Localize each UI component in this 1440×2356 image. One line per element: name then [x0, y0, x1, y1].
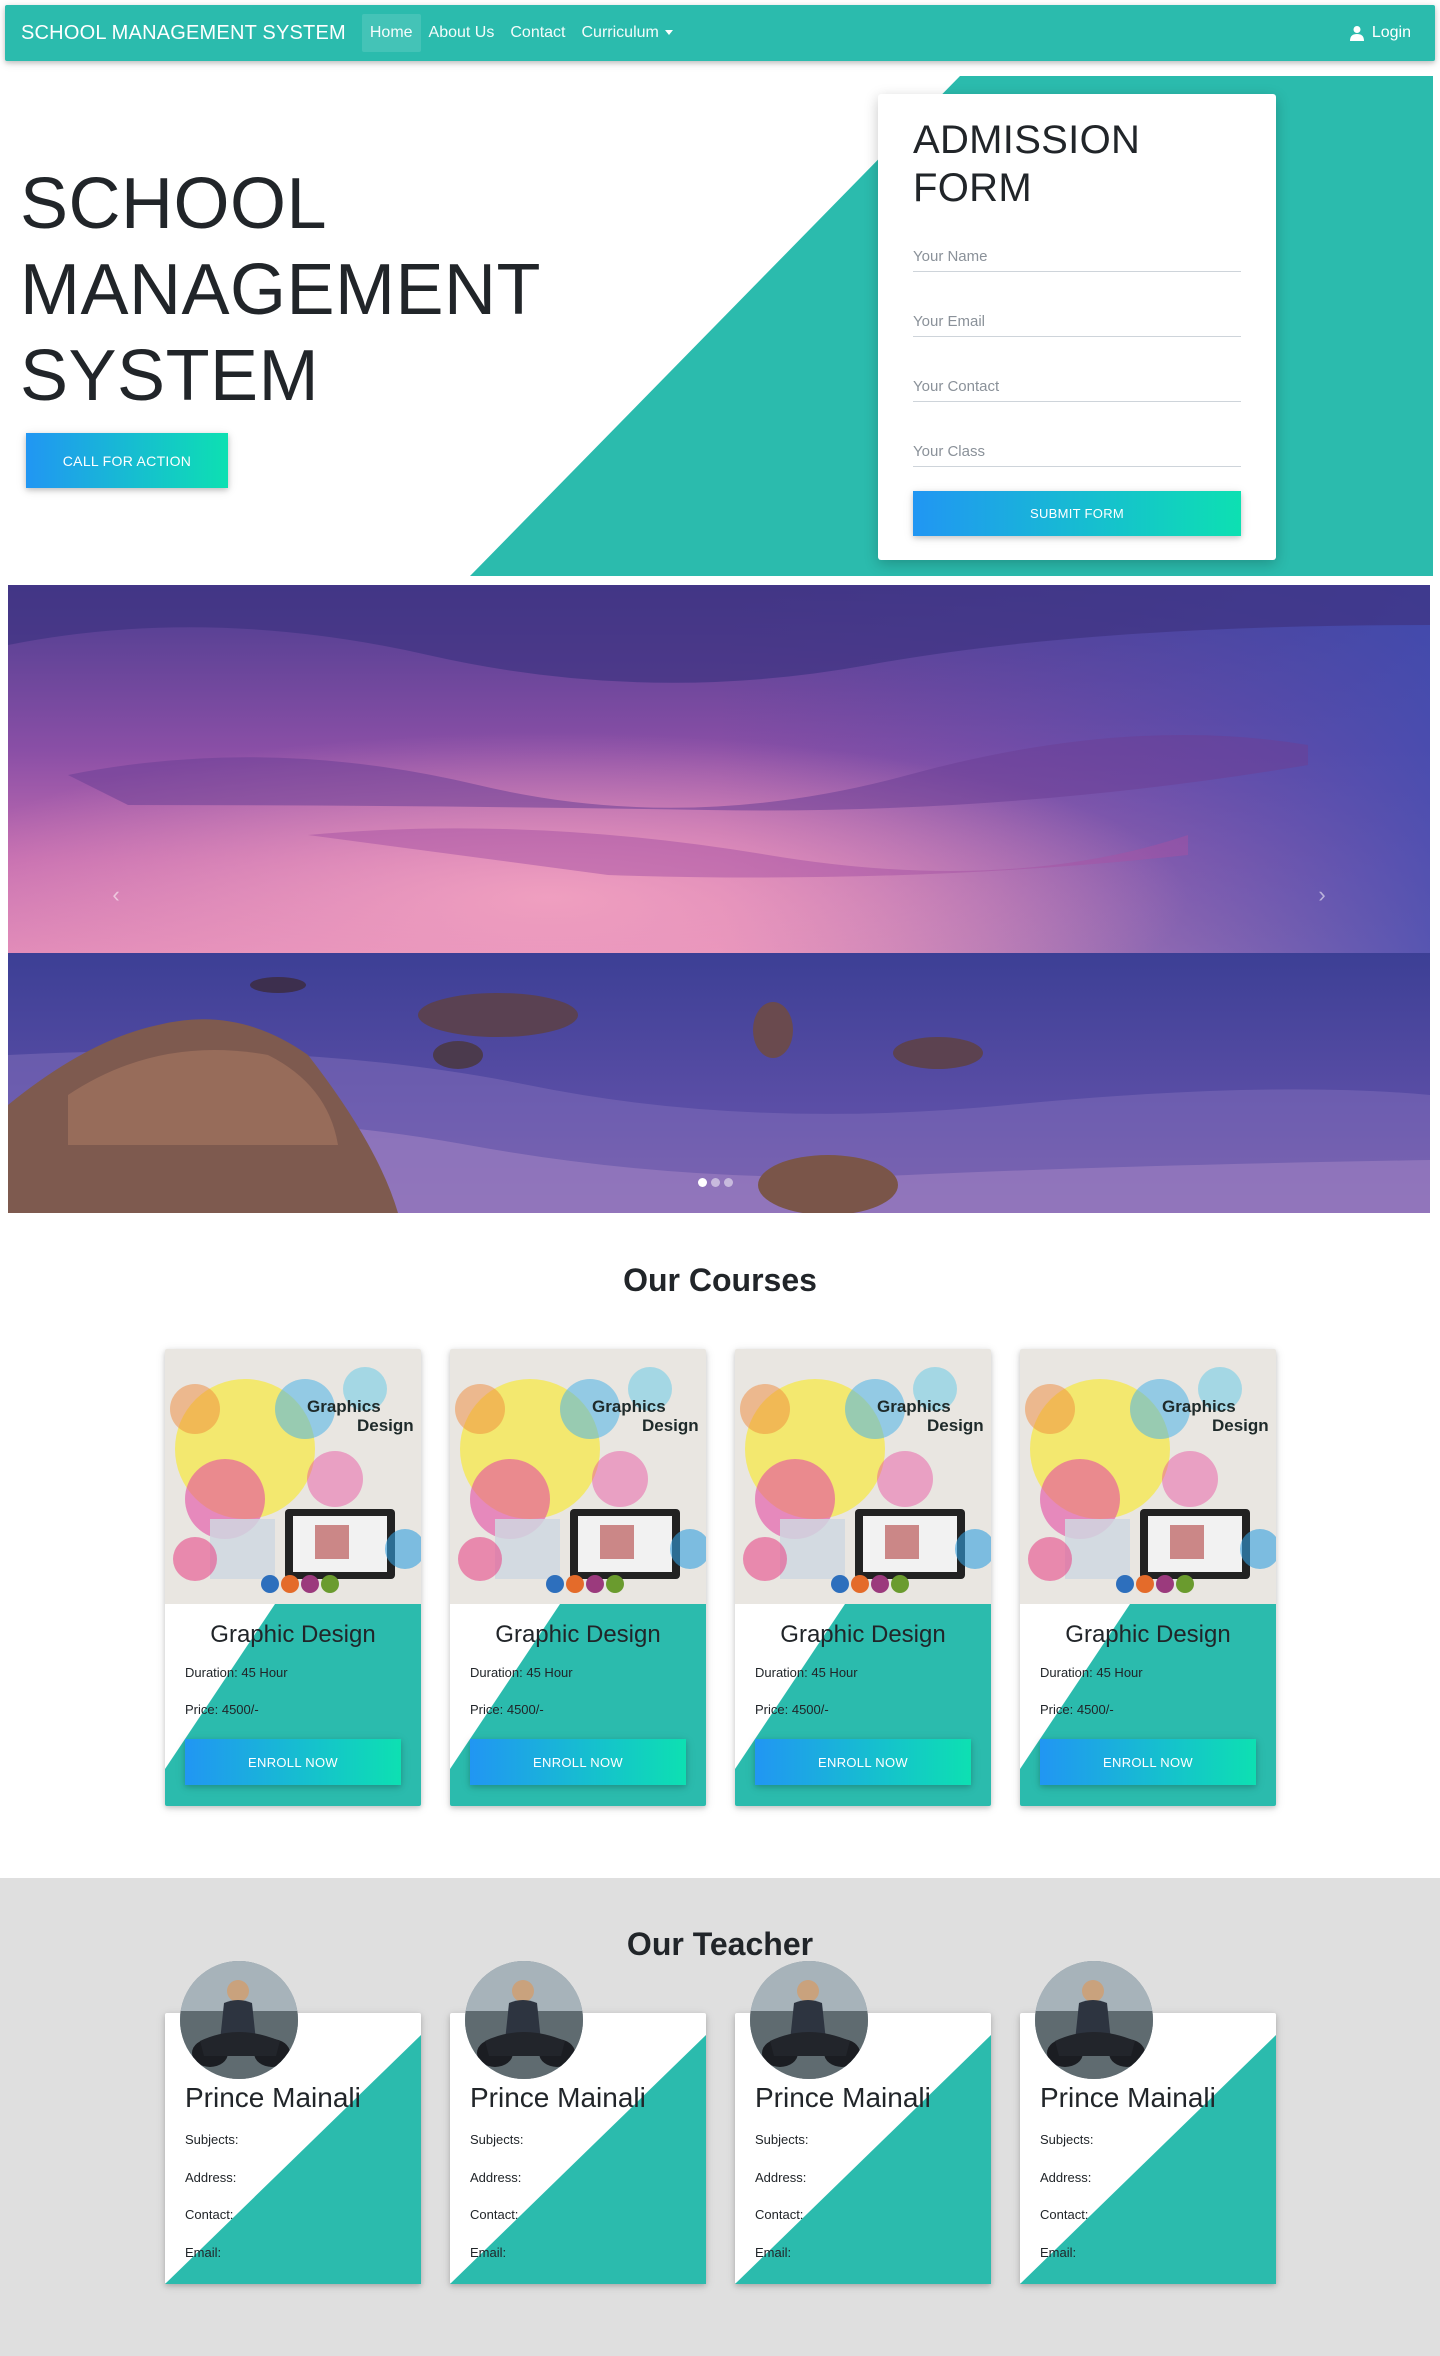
login-link[interactable]: Login — [1349, 5, 1411, 61]
hero-title-line: SCHOOL — [20, 164, 328, 244]
teacher-name: Prince Mainali — [755, 2082, 931, 2113]
caret-down-icon — [664, 30, 673, 36]
course-image-text: Graphics — [1162, 1397, 1236, 1416]
teacher-name: Prince Mainali — [1040, 2082, 1216, 2113]
brand-title[interactable]: SCHOOL MANAGEMENT SYSTEM — [21, 22, 346, 45]
teacher-subjects: Subjects: — [1040, 2132, 1094, 2147]
avatar — [750, 1961, 868, 2079]
teacher-email: Email: — [185, 2245, 222, 2260]
carousel-indicator[interactable] — [711, 1178, 720, 1187]
teacher-address: Address: — [755, 2170, 807, 2185]
hero-section: SCHOOL MANAGEMENT SYSTEM CALL FOR ACTION… — [0, 76, 1440, 576]
contact-input[interactable] — [913, 372, 1241, 402]
teachers-title: Our Teacher — [626, 1926, 814, 1962]
class-input[interactable] — [913, 437, 1241, 467]
avatar — [180, 1961, 298, 2079]
teachers-list: Prince Mainali Subjects: Address: Contac… — [165, 1961, 1276, 2284]
login-label: Login — [1371, 24, 1411, 41]
course-name: Graphic Design — [780, 1621, 946, 1648]
course-image: Graphics Design — [735, 1349, 991, 1604]
teacher-email: Email: — [1040, 2245, 1077, 2260]
course-image: Graphics Design — [450, 1349, 706, 1604]
course-card: Graphics Design Graphic Design Duration:… — [165, 1349, 421, 1806]
email-input[interactable] — [913, 307, 1241, 337]
course-image-text: Design — [357, 1416, 414, 1435]
teacher-name: Prince Mainali — [185, 2082, 361, 2113]
teacher-contact: Contact: — [1040, 2207, 1089, 2222]
avatar — [465, 1961, 583, 2079]
image-carousel: ‹ › — [8, 585, 1430, 1213]
carousel-indicator[interactable] — [724, 1178, 733, 1187]
enroll-now-button[interactable]: ENROLL NOW — [755, 1739, 971, 1785]
course-image-text: Graphics — [307, 1397, 381, 1416]
course-duration: Duration: 45 Hour — [185, 1665, 288, 1680]
course-image-text: Design — [642, 1416, 699, 1435]
course-image-text: Design — [927, 1416, 984, 1435]
nav-curriculum-label: Curriculum — [581, 24, 659, 41]
chevron-left-icon[interactable]: ‹ — [96, 875, 136, 915]
admission-form: ADMISSION FORM SUBMIT FORM — [878, 94, 1276, 560]
nav-about-us[interactable]: About Us — [421, 14, 503, 52]
teacher-subjects: Subjects: — [185, 2132, 239, 2147]
course-image-text: Graphics — [592, 1397, 666, 1416]
courses-title: Our Courses — [623, 1262, 817, 1298]
course-name: Graphic Design — [495, 1621, 661, 1648]
course-duration: Duration: 45 Hour — [470, 1665, 573, 1680]
course-name: Graphic Design — [1065, 1621, 1231, 1648]
course-card: Graphics Design Graphic Design Duration:… — [450, 1349, 706, 1806]
teacher-card: Prince Mainali Subjects: Address: Contac… — [735, 1961, 991, 2284]
carousel-indicators — [698, 1178, 733, 1187]
chevron-right-icon[interactable]: › — [1302, 875, 1342, 915]
navbar: SCHOOL MANAGEMENT SYSTEM Home About Us C… — [5, 5, 1435, 61]
course-image: Graphics Design — [165, 1349, 421, 1604]
teacher-card: Prince Mainali Subjects: Address: Contac… — [1020, 1961, 1276, 2284]
course-image-text: Graphics — [877, 1397, 951, 1416]
form-title-line: ADMISSION — [913, 118, 1141, 162]
teacher-address: Address: — [1040, 2170, 1092, 2185]
course-image: Graphics Design — [1020, 1349, 1276, 1604]
course-name: Graphic Design — [210, 1621, 376, 1648]
course-image-text: Design — [1212, 1416, 1269, 1435]
teacher-card: Prince Mainali Subjects: Address: Contac… — [165, 1961, 421, 2284]
enroll-now-button[interactable]: ENROLL NOW — [470, 1739, 686, 1785]
name-input[interactable] — [913, 242, 1241, 272]
course-card: Graphics Design Graphic Design Duration:… — [1020, 1349, 1276, 1806]
teacher-address: Address: — [185, 2170, 237, 2185]
submit-form-button[interactable]: SUBMIT FORM — [913, 491, 1241, 536]
teacher-email: Email: — [470, 2245, 507, 2260]
teacher-card: Prince Mainali Subjects: Address: Contac… — [450, 1961, 706, 2284]
course-price: Price: 4500/- — [185, 1702, 259, 1717]
teacher-subjects: Subjects: — [755, 2132, 809, 2147]
user-icon — [1349, 26, 1364, 41]
teacher-address: Address: — [470, 2170, 522, 2185]
hero-title-line: SYSTEM — [20, 336, 320, 416]
hero-title-line: MANAGEMENT — [20, 250, 542, 330]
course-duration: Duration: 45 Hour — [755, 1665, 858, 1680]
hero-title: SCHOOL MANAGEMENT SYSTEM — [20, 161, 580, 419]
admission-form-title: ADMISSION FORM — [913, 116, 1241, 212]
teacher-contact: Contact: — [185, 2207, 234, 2222]
nav-contact[interactable]: Contact — [502, 14, 573, 52]
teacher-contact: Contact: — [470, 2207, 519, 2222]
enroll-now-button[interactable]: ENROLL NOW — [185, 1739, 401, 1785]
nav-curriculum-dropdown[interactable]: Curriculum — [574, 14, 681, 52]
course-price: Price: 4500/- — [1040, 1702, 1114, 1717]
courses-list: Graphics Design Graphic Design Duration:… — [165, 1349, 1276, 1806]
course-price: Price: 4500/- — [470, 1702, 544, 1717]
teacher-contact: Contact: — [755, 2207, 804, 2222]
avatar — [1035, 1961, 1153, 2079]
call-for-action-button[interactable]: CALL FOR ACTION — [26, 433, 228, 488]
teacher-name: Prince Mainali — [470, 2082, 646, 2113]
carousel-slide-image — [8, 585, 1430, 1213]
carousel-indicator[interactable] — [698, 1178, 707, 1187]
course-card: Graphics Design Graphic Design Duration:… — [735, 1349, 991, 1806]
teacher-email: Email: — [755, 2245, 792, 2260]
teacher-subjects: Subjects: — [470, 2132, 524, 2147]
course-price: Price: 4500/- — [755, 1702, 829, 1717]
nav-home[interactable]: Home — [361, 14, 421, 52]
form-title-line: FORM — [913, 166, 1032, 210]
enroll-now-button[interactable]: ENROLL NOW — [1040, 1739, 1256, 1785]
course-duration: Duration: 45 Hour — [1040, 1665, 1143, 1680]
